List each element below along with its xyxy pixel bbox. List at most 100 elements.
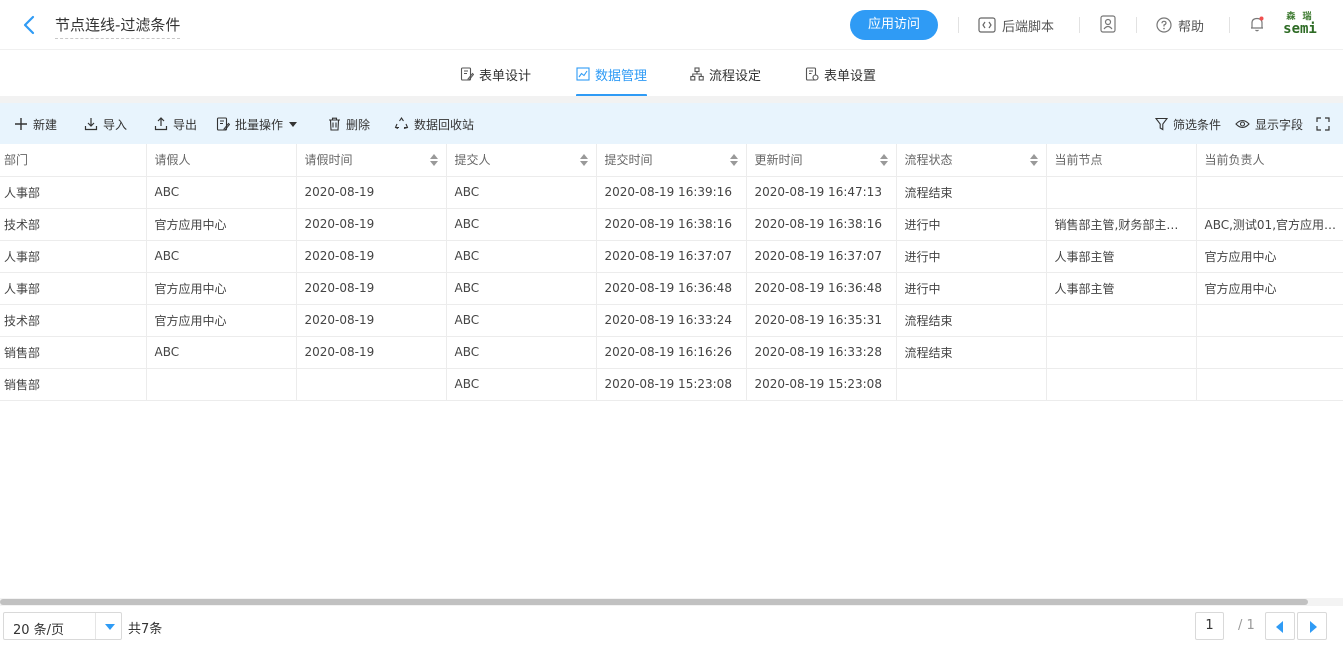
module-tabs: 表单设计 数据管理 流程设定 表单设置	[0, 51, 1343, 97]
sort-icon[interactable]	[729, 154, 738, 166]
table-cell: ABC	[446, 176, 597, 209]
column-header[interactable]: 部门	[0, 144, 147, 177]
code-icon	[978, 17, 996, 33]
tab-form-settings[interactable]: 表单设置	[805, 65, 876, 97]
tab-flow-settings[interactable]: 流程设定	[690, 65, 761, 97]
column-header[interactable]: 请假人	[146, 144, 297, 177]
back-arrow-icon[interactable]	[18, 13, 42, 37]
column-header[interactable]: 当前节点	[1046, 144, 1197, 177]
table-cell: 官方应用中心	[146, 208, 297, 241]
table-cell: ABC	[446, 304, 597, 337]
table-cell: 2020-08-19 16:36:48	[596, 272, 747, 305]
page-size-value: 20 条/页	[13, 623, 65, 638]
column-header[interactable]: 提交人	[446, 144, 597, 177]
column-header-label: 部门	[4, 153, 29, 168]
prev-page-button[interactable]	[1265, 612, 1295, 640]
brand-logo: 森 瑞 semi	[1283, 12, 1317, 38]
top-header: 节点连线-过滤条件 应用访问 后端脚本 帮助 森 瑞 semi	[0, 0, 1343, 50]
column-header-label: 当前节点	[1054, 153, 1103, 168]
app-visit-button[interactable]: 应用访问	[850, 10, 938, 40]
filter-label: 筛选条件	[1173, 117, 1222, 132]
batch-operation-dropdown[interactable]: 批量操作	[216, 115, 298, 133]
notification-bell-icon[interactable]	[1248, 15, 1268, 35]
table-cell: 2020-08-19 16:38:16	[596, 208, 747, 241]
filter-button[interactable]: 筛选条件	[1155, 115, 1221, 133]
sort-icon[interactable]	[429, 154, 438, 166]
horizontal-scrollbar[interactable]	[0, 598, 1343, 606]
table-cell: 2020-08-19 16:47:13	[746, 176, 897, 209]
data-table: 部门 请假人 请假时间 提交人 提交时间 更新时间 流程状态 当前节点 当前负责…	[0, 144, 1343, 598]
import-button[interactable]: 导入	[84, 115, 127, 133]
caret-right-icon	[1310, 621, 1317, 633]
table-cell	[1046, 368, 1197, 401]
export-button[interactable]: 导出	[154, 115, 197, 133]
tab-form-design[interactable]: 表单设计	[460, 65, 531, 97]
table-cell	[1046, 176, 1197, 209]
table-cell: 2020-08-19 15:23:08	[596, 368, 747, 401]
chart-icon	[576, 67, 590, 81]
column-header[interactable]: 更新时间	[746, 144, 897, 177]
recycle-icon	[394, 117, 409, 130]
column-header-label: 提交时间	[604, 153, 653, 168]
table-row[interactable]: 技术部 官方应用中心 2020-08-19 ABC 2020-08-19 16:33:2…	[0, 304, 1343, 337]
sort-icon[interactable]	[579, 154, 588, 166]
table-row[interactable]: 销售部 ABC 2020-08-19 15:23:08 2020-08-19 15:2…	[0, 368, 1343, 401]
table-cell	[296, 368, 447, 401]
new-button[interactable]: 新建	[14, 115, 57, 133]
header-divider	[1229, 17, 1230, 33]
table-row[interactable]: 销售部 ABC 2020-08-19 ABC 2020-08-19 16:16:26 20…	[0, 336, 1343, 369]
table-cell: 人事部主管	[1046, 272, 1197, 305]
table-cell	[1046, 336, 1197, 369]
data-toolbar: 新建 导入 导出 批量操作 删除 数据回收站 筛选条件 显示字段	[0, 103, 1343, 144]
backend-script-label: 后端脚本	[1002, 19, 1055, 35]
logo-line-2: semi	[1283, 21, 1317, 37]
contact-card-icon[interactable]	[1099, 15, 1119, 35]
delete-button[interactable]: 删除	[328, 115, 370, 133]
table-cell: 2020-08-19	[296, 304, 447, 337]
column-header[interactable]: 当前负责人	[1196, 144, 1343, 177]
table-cell: 销售部主管,财务部主管...	[1046, 208, 1197, 241]
fullscreen-button[interactable]	[1316, 115, 1335, 133]
tab-label: 表单设置	[824, 69, 877, 84]
column-header-label: 请假人	[154, 153, 191, 168]
table-cell: 2020-08-19 16:38:16	[746, 208, 897, 241]
column-header[interactable]: 请假时间	[296, 144, 447, 177]
select-divider	[95, 613, 96, 639]
sort-icon[interactable]	[879, 154, 888, 166]
table-cell: 流程结束	[896, 304, 1047, 337]
table-row[interactable]: 人事部 ABC 2020-08-19 ABC 2020-08-19 16:39:16 20…	[0, 176, 1343, 209]
table-row[interactable]: 人事部 ABC 2020-08-19 ABC 2020-08-19 16:37:07 20…	[0, 240, 1343, 273]
page-size-select[interactable]: 20 条/页	[3, 612, 122, 640]
tab-data-management[interactable]: 数据管理	[576, 65, 648, 97]
table-cell: 技术部	[0, 304, 147, 337]
table-row[interactable]: 技术部 官方应用中心 2020-08-19 ABC 2020-08-19 16:38:1…	[0, 208, 1343, 241]
sort-icon[interactable]	[1029, 154, 1038, 166]
help-button[interactable]: 帮助	[1156, 15, 1204, 35]
section-divider	[0, 96, 1343, 103]
delete-label: 删除	[346, 117, 371, 132]
filter-icon	[1155, 117, 1168, 131]
column-header[interactable]: 流程状态	[896, 144, 1047, 177]
display-fields-button[interactable]: 显示字段	[1235, 115, 1303, 133]
column-header-label: 请假时间	[304, 153, 353, 168]
table-cell: ABC	[446, 368, 597, 401]
backend-script-button[interactable]: 后端脚本	[978, 15, 1054, 35]
page-title[interactable]: 节点连线-过滤条件	[55, 15, 181, 39]
scrollbar-thumb[interactable]	[0, 599, 1308, 605]
export-label: 导出	[173, 117, 198, 132]
help-label: 帮助	[1178, 19, 1205, 35]
page-number-input[interactable]: 1	[1195, 612, 1224, 640]
table-row[interactable]: 人事部 官方应用中心 2020-08-19 ABC 2020-08-19 16:36:4…	[0, 272, 1343, 305]
table-cell: 销售部	[0, 368, 147, 401]
table-cell: 2020-08-19 16:37:07	[596, 240, 747, 273]
table-cell: 流程结束	[896, 336, 1047, 369]
flow-icon	[690, 67, 704, 81]
table-cell: 技术部	[0, 208, 147, 241]
table-cell: 官方应用中心	[1196, 272, 1343, 305]
next-page-button[interactable]	[1297, 612, 1327, 640]
table-cell: 人事部主管	[1046, 240, 1197, 273]
column-header[interactable]: 提交时间	[596, 144, 747, 177]
tab-label: 数据管理	[595, 69, 648, 84]
tab-label: 表单设计	[479, 69, 532, 84]
recycle-bin-button[interactable]: 数据回收站	[394, 115, 474, 133]
